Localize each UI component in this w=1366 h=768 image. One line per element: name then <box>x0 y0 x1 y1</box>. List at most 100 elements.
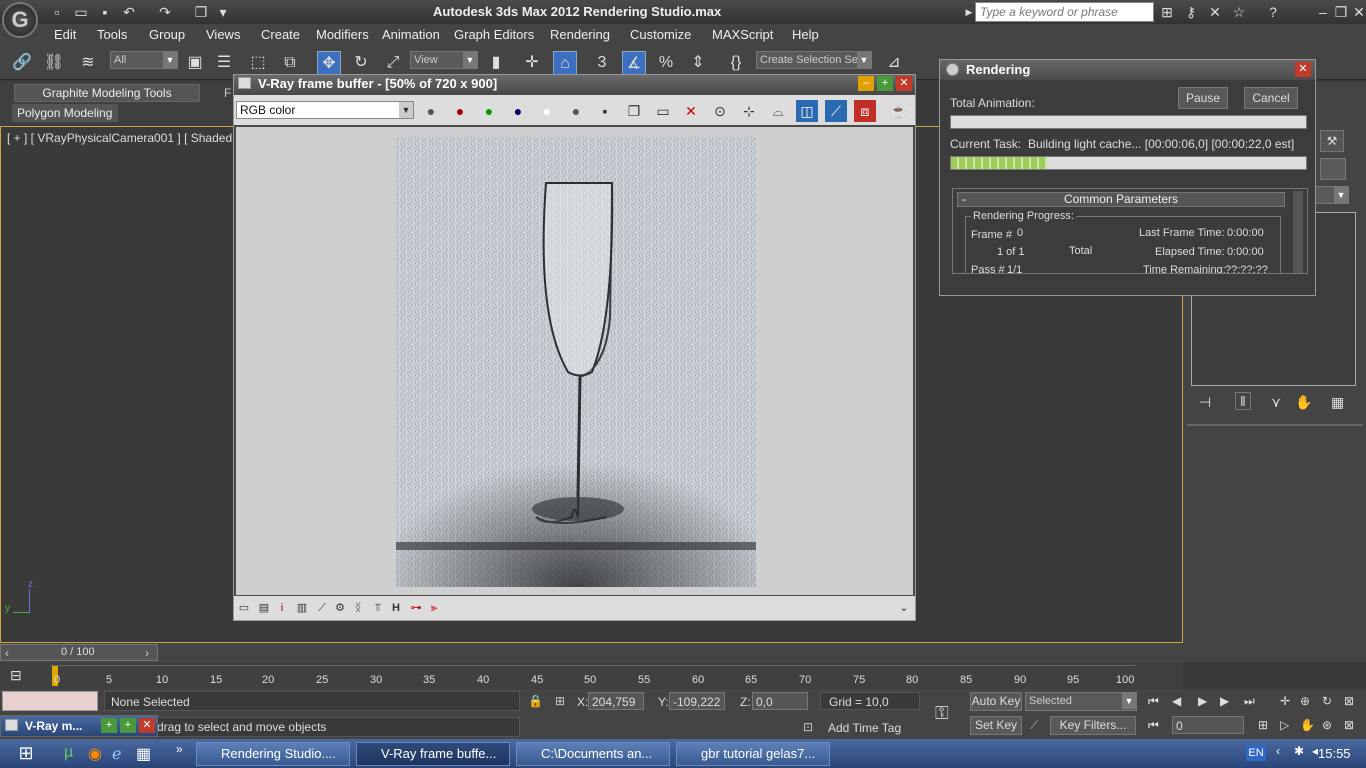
previous-frame-icon[interactable]: ◀ <box>1172 694 1181 708</box>
go-to-end-icon[interactable]: ⏭ <box>1244 694 1255 709</box>
pivot-center-icon[interactable]: ▮ <box>484 51 508 75</box>
restore-icon[interactable]: ❐ <box>1332 3 1350 21</box>
walkthrough-icon[interactable]: ⊛ <box>1322 718 1332 732</box>
menu-animation[interactable]: Animation <box>382 27 440 42</box>
bluetooth-icon[interactable]: ✱ <box>1294 744 1304 758</box>
favorites-star-icon[interactable]: ☆ <box>1230 3 1248 21</box>
next-frame-icon[interactable]: ▶ <box>1220 694 1229 708</box>
alpha-channel-icon[interactable]: ● <box>536 100 558 122</box>
monochrome-icon[interactable]: ● <box>565 100 587 122</box>
undo-icon[interactable]: ↶ <box>120 3 138 21</box>
task-gbr-tutorial[interactable]: gbr tutorial gelas7... <box>676 742 830 766</box>
menu-help[interactable]: Help <box>792 27 819 42</box>
more-icon[interactable]: » <box>176 742 183 756</box>
y-coordinate-field[interactable]: -109,222 <box>669 692 725 710</box>
keyboard-shortcut-override-icon[interactable]: ⌂ <box>553 51 577 75</box>
maximize-icon[interactable]: + <box>120 718 136 733</box>
new-file-icon[interactable]: ▫ <box>48 3 66 21</box>
set-key-button[interactable]: Set Key <box>970 716 1022 735</box>
pin-stack-icon[interactable]: ⊣ <box>1199 394 1211 411</box>
save-all-icon[interactable]: ❐ <box>623 100 645 122</box>
binoculars-icon[interactable]: ⊞ <box>1158 3 1176 21</box>
z-coordinate-field[interactable]: 0,0 <box>752 692 808 710</box>
menu-customize[interactable]: Customize <box>630 27 691 42</box>
time-config-icon[interactable]: ⊞ <box>1258 718 1268 732</box>
menu-maxscript[interactable]: MAXScript <box>712 27 773 42</box>
key-filters-button[interactable]: Key Filters... <box>1050 716 1136 735</box>
angle-snap-icon[interactable]: ∡ <box>622 51 646 75</box>
rollout-scrollbar[interactable] <box>1293 191 1303 273</box>
select-manipulate-icon[interactable]: ✛ <box>520 51 544 75</box>
menu-create[interactable]: Create <box>261 27 300 42</box>
pause-button[interactable]: Pause <box>1178 87 1228 109</box>
menu-edit[interactable]: Edit <box>54 27 76 42</box>
track-mouse-icon[interactable]: ⊙ <box>709 100 731 122</box>
unlink-icon[interactable]: ⛓ <box>42 51 66 75</box>
settings-gear-icon[interactable]: ⚙ <box>332 600 348 616</box>
menu-group[interactable]: Group <box>149 27 185 42</box>
add-time-tag-label[interactable]: Add Time Tag <box>828 721 901 735</box>
minimize-icon[interactable]: – <box>1314 3 1332 21</box>
help-icon[interactable]: ? <box>1264 3 1282 21</box>
spinner-snap-icon[interactable]: ⇕ <box>686 51 710 75</box>
ie-icon[interactable]: ℯ <box>112 744 121 764</box>
project-folder-icon[interactable]: ❐ <box>192 3 210 21</box>
app-logo[interactable]: G <box>2 2 38 38</box>
mirror-icon[interactable]: ⊿ <box>882 51 906 75</box>
prev-frame-icon[interactable]: ‹ <box>5 646 9 660</box>
reference-coordinate-dropdown[interactable]: View ▼ <box>410 51 478 69</box>
lens-effects-icon[interactable]: ⫸ <box>426 600 442 616</box>
ribbon-tab-freeform[interactable]: F <box>224 86 231 100</box>
menu-views[interactable]: Views <box>206 27 240 42</box>
display-colors-icon[interactable]: ▭ <box>236 600 252 616</box>
stamp-icon[interactable]: ⊶ <box>408 600 424 616</box>
time-tag-icon[interactable]: ⊡ <box>803 720 813 734</box>
play-icon[interactable]: ▶ <box>1198 694 1207 708</box>
channel-dropdown[interactable]: RGB color ▼ <box>236 101 414 119</box>
vfb-title-bar[interactable]: V-Ray frame buffer - [50% of 720 x 900] … <box>234 75 915 93</box>
maximize-icon[interactable]: + <box>877 76 893 91</box>
bind-space-warp-icon[interactable]: ≋ <box>76 51 100 75</box>
edit-named-selection-icon[interactable]: {} <box>724 51 748 75</box>
pan-icon[interactable]: ✋ <box>1300 718 1315 732</box>
zoom-icon[interactable]: ✛ <box>1280 694 1290 708</box>
mini-curve-editor-icon[interactable]: ⊟ <box>10 667 22 684</box>
close-icon[interactable]: ✕ <box>1295 62 1311 77</box>
ribbon-tab-graphite[interactable]: Graphite Modeling Tools <box>14 84 200 102</box>
menu-graph-editors[interactable]: Graph Editors <box>454 27 534 42</box>
blue-channel-icon[interactable]: ● <box>507 100 529 122</box>
key-icon[interactable]: ⚷ <box>1182 3 1200 21</box>
language-indicator[interactable]: EN <box>1246 745 1266 761</box>
task-documents-folder[interactable]: C:\Documents an... <box>516 742 670 766</box>
track-bar[interactable]: ⊟ 0 5 10 15 20 25 30 35 40 45 50 55 60 6… <box>0 663 1183 689</box>
maximize-viewport-icon[interactable]: ⊠ <box>1344 694 1354 708</box>
select-and-rotate-icon[interactable]: ↻ <box>349 51 373 75</box>
vfb-canvas[interactable] <box>236 127 913 595</box>
info-icon[interactable]: i <box>274 600 290 616</box>
close-icon[interactable]: ✕ <box>1350 3 1366 21</box>
tray-chevron-icon[interactable]: ‹ <box>1276 744 1280 758</box>
zoom-all-icon[interactable]: ⊕ <box>1300 694 1310 708</box>
select-and-scale-icon[interactable]: ⤢ <box>381 51 405 75</box>
minimized-vray-window[interactable]: V-Ray m... + + ✕ <box>0 715 158 737</box>
ocio-icon[interactable]: ⫪ <box>370 600 386 616</box>
close-icon[interactable]: ✕ <box>896 76 912 91</box>
maxscript-listener-input[interactable] <box>2 691 98 711</box>
make-unique-icon[interactable]: ⋎ <box>1271 394 1281 411</box>
show-history-icon[interactable]: ⧈ <box>854 100 876 122</box>
close-icon[interactable]: ✕ <box>139 718 155 733</box>
save-image-icon[interactable]: ▪ <box>594 100 616 122</box>
cancel-button[interactable]: Cancel <box>1244 87 1298 109</box>
render-teapot-icon[interactable]: ☕ <box>888 100 910 122</box>
modifier-list-dropdown[interactable]: ▼ <box>1313 186 1349 204</box>
task-vray-frame-buffer[interactable]: V-Ray frame buffe... <box>356 742 510 766</box>
levels-icon[interactable]: ▤ <box>256 600 272 616</box>
key-tangent-icon[interactable]: ⟋ <box>1030 718 1038 733</box>
clear-image-icon[interactable]: ✕ <box>680 100 702 122</box>
selection-filter-dropdown[interactable]: All ▼ <box>110 51 178 69</box>
menu-tools[interactable]: Tools <box>97 27 127 42</box>
select-and-move-icon[interactable]: ✥ <box>317 51 341 75</box>
compare-a-b-icon[interactable]: ⟋ <box>825 100 847 122</box>
link-to-vfb-icon[interactable]: ◫ <box>796 100 818 122</box>
viewport-label[interactable]: [ + ] [ VRayPhysicalCamera001 ] [ Shaded… <box>7 131 254 145</box>
